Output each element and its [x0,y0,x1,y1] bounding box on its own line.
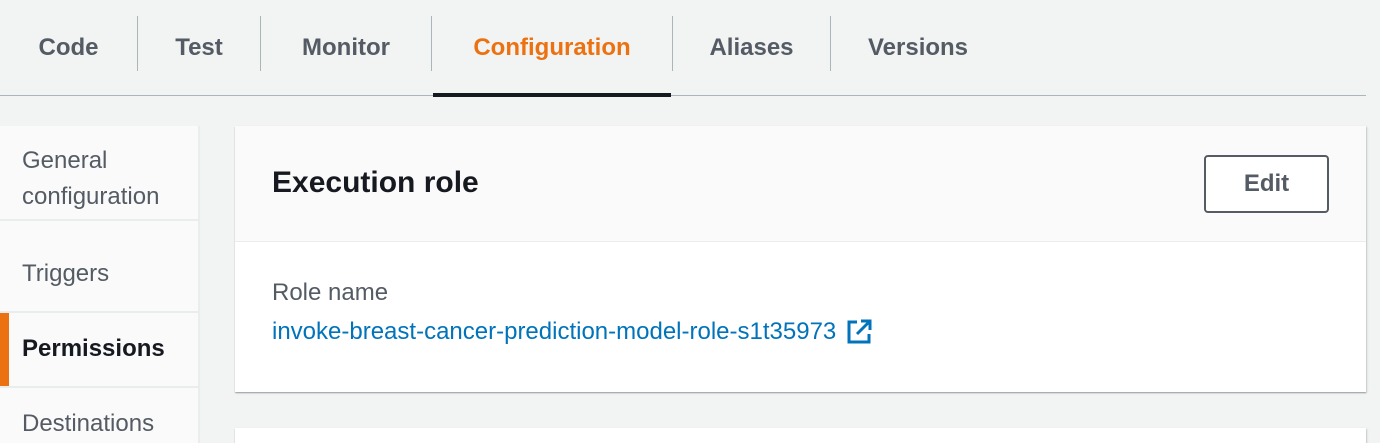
card-title: Execution role [272,166,479,199]
sidenav-item-label: Triggers [22,260,110,287]
tab-test[interactable]: Test [138,0,260,95]
role-name-value: invoke-breast-cancer-prediction-model-ro… [272,318,837,345]
tab-divider [431,16,432,71]
execution-role-card: Execution role Edit Role name invoke-bre… [235,126,1366,392]
sidenav-item-triggers[interactable]: Triggers [0,238,198,313]
sidenav-item-label: Permissions [22,335,165,362]
sidenav-item-general-configuration[interactable]: General configuration [0,126,198,221]
sidenav-item-label: Destinations [22,410,155,437]
sidenav-item-permissions[interactable]: Permissions [0,313,198,388]
role-name-label: Role name [272,279,389,306]
card-header: Execution role Edit [235,126,1366,242]
tab-versions[interactable]: Versions [831,0,1005,95]
next-card [235,428,1366,443]
tab-aliases[interactable]: Aliases [673,0,830,95]
tab-bar: Code Test Monitor Configuration Aliases … [0,0,1366,97]
role-name-link[interactable]: invoke-breast-cancer-prediction-model-ro… [272,318,872,346]
tab-code[interactable]: Code [0,0,137,95]
sidenav-item-label: General configuration [22,147,160,210]
sidenav-item-destinations[interactable]: Destinations [0,388,198,443]
edit-button[interactable]: Edit [1204,155,1329,213]
tab-monitor[interactable]: Monitor [261,0,431,95]
external-link-icon [846,319,872,345]
tab-configuration[interactable]: Configuration [433,0,671,97]
configuration-sidenav: General configuration Triggers Permissio… [0,126,200,443]
